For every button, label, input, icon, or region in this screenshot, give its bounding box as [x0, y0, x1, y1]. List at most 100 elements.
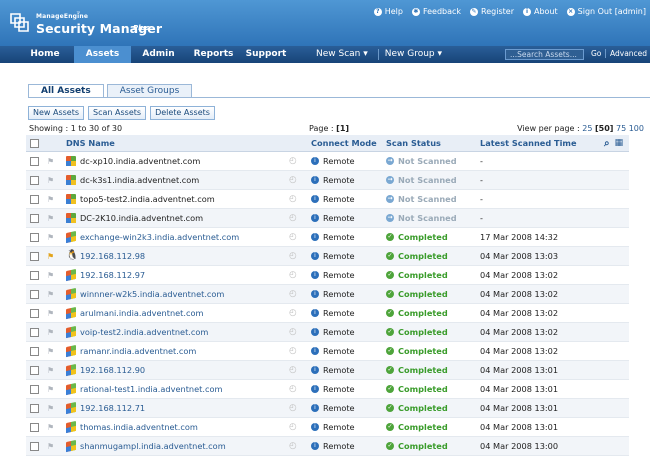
row-checkbox[interactable] [30, 441, 39, 451]
schedule-icon[interactable]: ◴ [289, 399, 297, 417]
dns-name[interactable]: 192.168.112.98 [80, 251, 145, 261]
per-page-75[interactable]: 75 [616, 124, 626, 133]
pin-icon[interactable]: ⚑ [47, 347, 55, 356]
pin-icon[interactable]: ⚑ [47, 176, 55, 185]
col-dns-name[interactable]: DNS Name [66, 135, 115, 151]
schedule-icon[interactable]: ◴ [289, 152, 297, 170]
table-row[interactable]: ⚑ thomas.india.adventnet.com ◴ i Remote ✓ Comp… [26, 418, 629, 437]
nav-home[interactable]: Home [16, 46, 74, 63]
row-checkbox[interactable] [30, 213, 39, 223]
delete-assets-button[interactable]: Delete Assets [150, 106, 215, 120]
row-checkbox[interactable] [30, 289, 39, 299]
schedule-icon[interactable]: ◴ [289, 323, 297, 341]
row-checkbox[interactable] [30, 175, 39, 185]
search-icon[interactable]: ⌕ [604, 138, 610, 149]
schedule-icon[interactable]: ◴ [289, 361, 297, 379]
dns-name[interactable]: exchange-win2k3.india.adventnet.com [80, 232, 239, 242]
pin-icon[interactable]: ⚑ [47, 404, 55, 413]
table-row[interactable]: ⚑ shanmugampl.india.adventnet.com ◴ i Remote… [26, 437, 629, 456]
feedback-link[interactable]: ✱ Feedback [411, 7, 461, 16]
pin-icon[interactable]: ⚑ [47, 195, 55, 204]
row-checkbox[interactable] [30, 232, 39, 242]
table-row[interactable]: ⚑ dc-xp10.india.adventnet.com ◴ i Remote → Not… [26, 152, 629, 171]
col-scan-status[interactable]: Scan Status [386, 135, 441, 151]
schedule-icon[interactable]: ◴ [289, 285, 297, 303]
col-connect-mode[interactable]: Connect Mode [311, 135, 377, 151]
dns-name[interactable]: rational-test1.india.adventnet.com [80, 384, 222, 394]
tab-all-assets[interactable]: All Assets [28, 84, 104, 98]
dns-name[interactable]: 192.168.112.97 [80, 270, 145, 280]
table-row[interactable]: ⚑ rational-test1.india.adventnet.com ◴ i Rem… [26, 380, 629, 399]
row-checkbox[interactable] [30, 156, 39, 166]
schedule-icon[interactable]: ◴ [289, 247, 297, 265]
schedule-icon[interactable]: ◴ [289, 342, 297, 360]
help-link[interactable]: ? Help [373, 7, 403, 16]
pin-icon[interactable]: ⚑ [47, 442, 55, 451]
pin-icon[interactable]: ⚑ [47, 271, 55, 280]
row-checkbox[interactable] [30, 194, 39, 204]
per-page-25[interactable]: 25 [582, 124, 592, 133]
pin-icon[interactable]: ⚑ [47, 328, 55, 337]
schedule-icon[interactable]: ◴ [289, 380, 297, 398]
dns-name[interactable]: winnner-w2k5.india.adventnet.com [80, 289, 224, 299]
schedule-icon[interactable]: ◴ [289, 190, 297, 208]
table-row[interactable]: ⚑ topo5-test2.india.adventnet.com ◴ i Remote… [26, 190, 629, 209]
per-page-100[interactable]: 100 [629, 124, 644, 133]
table-row[interactable]: ⚑ 🐧 192.168.112.98 ◴ i Remote ✓ Completed 04 Mar… [26, 247, 629, 266]
per-page-50[interactable]: [50] [595, 124, 613, 133]
schedule-icon[interactable]: ◴ [289, 171, 297, 189]
row-checkbox[interactable] [30, 251, 39, 261]
dns-name[interactable]: 192.168.112.71 [80, 403, 145, 413]
row-checkbox[interactable] [30, 327, 39, 337]
new-scan-menu[interactable]: New Scan ▾ [310, 46, 374, 63]
go-button[interactable]: Go [591, 49, 601, 58]
row-checkbox[interactable] [30, 422, 39, 432]
row-checkbox[interactable] [30, 384, 39, 394]
schedule-icon[interactable]: ◴ [289, 266, 297, 284]
schedule-icon[interactable]: ◴ [289, 228, 297, 246]
dns-name[interactable]: thomas.india.adventnet.com [80, 422, 198, 432]
pin-icon[interactable]: ⚑ [47, 252, 55, 261]
dns-name[interactable]: ramanr.india.adventnet.com [80, 346, 196, 356]
dns-name[interactable]: shanmugampl.india.adventnet.com [80, 441, 226, 451]
tab-asset-groups[interactable]: Asset Groups [106, 84, 193, 98]
pin-icon[interactable]: ⚑ [47, 423, 55, 432]
register-link[interactable]: ✎ Register [470, 7, 514, 16]
table-row[interactable]: ⚑ 192.168.112.97 ◴ i Remote ✓ Completed 04 Mar … [26, 266, 629, 285]
pin-icon[interactable]: ⚑ [47, 157, 55, 166]
table-row[interactable]: ⚑ winnner-w2k5.india.adventnet.com ◴ i Remot… [26, 285, 629, 304]
search-assets-input[interactable]: ...Search Assets... [505, 49, 584, 60]
schedule-icon[interactable]: ◴ [289, 418, 297, 436]
row-checkbox[interactable] [30, 270, 39, 280]
col-latest-scanned-time[interactable]: Latest Scanned Time [480, 135, 577, 151]
pin-icon[interactable]: ⚑ [47, 214, 55, 223]
nav-reports[interactable]: Reports [186, 46, 241, 63]
about-link[interactable]: i About [522, 7, 558, 16]
advanced-search-link[interactable]: Advanced [605, 49, 647, 58]
row-checkbox[interactable] [30, 308, 39, 318]
table-row[interactable]: ⚑ voip-test2.india.adventnet.com ◴ i Remote ✓… [26, 323, 629, 342]
scan-assets-button[interactable]: Scan Assets [88, 106, 147, 120]
pin-icon[interactable]: ⚑ [47, 385, 55, 394]
dns-name[interactable]: arulmani.india.adventnet.com [80, 308, 203, 318]
table-row[interactable]: ⚑ DC-2K10.india.adventnet.com ◴ i Remote → Not… [26, 209, 629, 228]
table-row[interactable]: ⚑ arulmani.india.adventnet.com ◴ i Remote ✓ Co… [26, 304, 629, 323]
table-row[interactable]: ⚑ 192.168.112.90 ◴ i Remote ✓ Completed 04 Mar … [26, 361, 629, 380]
row-checkbox[interactable] [30, 403, 39, 413]
select-all-checkbox[interactable] [30, 138, 39, 148]
table-row[interactable]: ⚑ ramanr.india.adventnet.com ◴ i Remote ✓ Comp… [26, 342, 629, 361]
column-chooser-icon[interactable]: ▦ [615, 138, 624, 148]
table-row[interactable]: ⚑ 192.168.112.71 ◴ i Remote ✓ Completed 04 Mar … [26, 399, 629, 418]
dns-name[interactable]: 192.168.112.90 [80, 365, 145, 375]
row-checkbox[interactable] [30, 346, 39, 356]
new-assets-button[interactable]: New Assets [28, 106, 85, 120]
nav-support[interactable]: Support [241, 46, 291, 63]
row-checkbox[interactable] [30, 365, 39, 375]
dns-name[interactable]: voip-test2.india.adventnet.com [80, 327, 208, 337]
schedule-icon[interactable]: ◴ [289, 209, 297, 227]
new-group-menu[interactable]: New Group ▾ [379, 46, 448, 63]
table-row[interactable]: ⚑ exchange-win2k3.india.adventnet.com ◴ i Re… [26, 228, 629, 247]
pin-icon[interactable]: ⚑ [47, 366, 55, 375]
schedule-icon[interactable]: ◴ [289, 437, 297, 455]
nav-admin[interactable]: Admin [131, 46, 186, 63]
